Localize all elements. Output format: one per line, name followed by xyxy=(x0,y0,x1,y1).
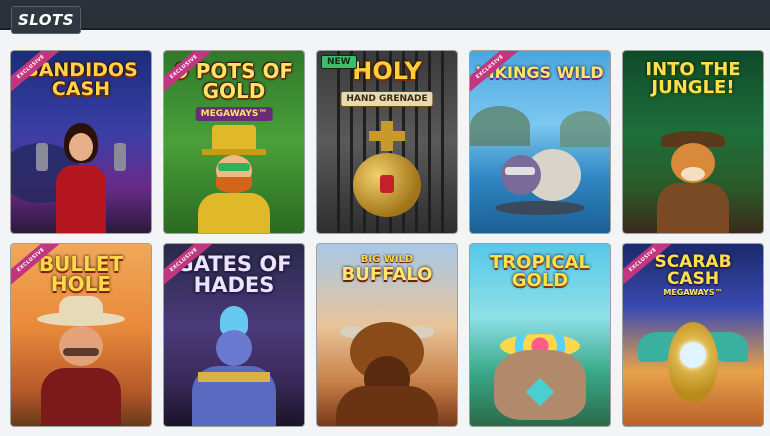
character-figure xyxy=(495,141,585,221)
game-subtitle: MEGAWAYS™ xyxy=(195,107,273,121)
game-tile-tropical-gold[interactable]: TROPICAL GOLD xyxy=(470,244,610,426)
new-badge: NEW xyxy=(321,55,357,69)
scarab-figure xyxy=(638,318,748,408)
treasure-bag xyxy=(490,330,590,420)
character-figure xyxy=(36,113,126,233)
character-figure xyxy=(31,296,131,426)
game-subtitle: MEGAWAYS™ xyxy=(663,288,723,297)
game-title: BUFFALO xyxy=(341,264,433,285)
game-grid: BANDIDOS CASH EXCLUSIVE 9 POTS OF GOLD M… xyxy=(11,51,763,426)
section-tab-slots[interactable]: SLOTS xyxy=(11,6,81,34)
game-title: TROPICAL GOLD xyxy=(490,252,590,291)
top-bar xyxy=(0,0,770,30)
game-tile-holy-hand-grenade[interactable]: HOLY HAND GRENADE NEW xyxy=(317,51,457,233)
game-tile-9-pots-of-gold[interactable]: 9 POTS OF GOLD MEGAWAYS™ EXCLUSIVE xyxy=(164,51,304,233)
character-figure xyxy=(184,306,284,426)
game-tile-bandidos-cash[interactable]: BANDIDOS CASH EXCLUSIVE xyxy=(11,51,151,233)
game-tile-into-the-jungle[interactable]: INTO THE JUNGLE! xyxy=(623,51,763,233)
game-tile-big-wild-buffalo[interactable]: BIG WILD BUFFALO xyxy=(317,244,457,426)
character-figure xyxy=(186,123,282,233)
game-tile-vikings-wild[interactable]: VIKINGS WILD EXCLUSIVE xyxy=(470,51,610,233)
character-figure xyxy=(332,306,442,426)
game-tile-scarab-cash[interactable]: SCARAB CASH MEGAWAYS™ EXCLUSIVE xyxy=(623,244,763,426)
game-subtitle: HAND GRENADE xyxy=(340,91,434,107)
game-tile-bullet-hole[interactable]: BULLET HOLE EXCLUSIVE xyxy=(11,244,151,426)
grenade-orb xyxy=(347,121,427,221)
game-title: INTO THE JUNGLE! xyxy=(645,59,741,98)
game-tile-gates-of-hades[interactable]: GATES OF HADES EXCLUSIVE xyxy=(164,244,304,426)
character-figure xyxy=(643,123,743,233)
